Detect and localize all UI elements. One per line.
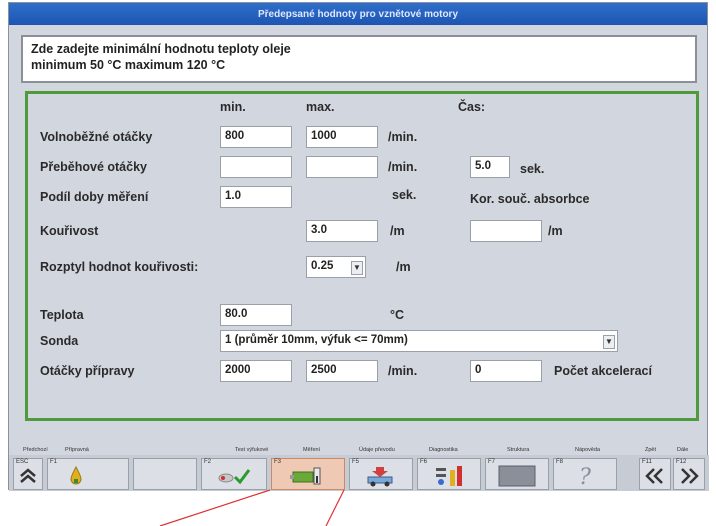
callout-lines xyxy=(159,489,345,526)
